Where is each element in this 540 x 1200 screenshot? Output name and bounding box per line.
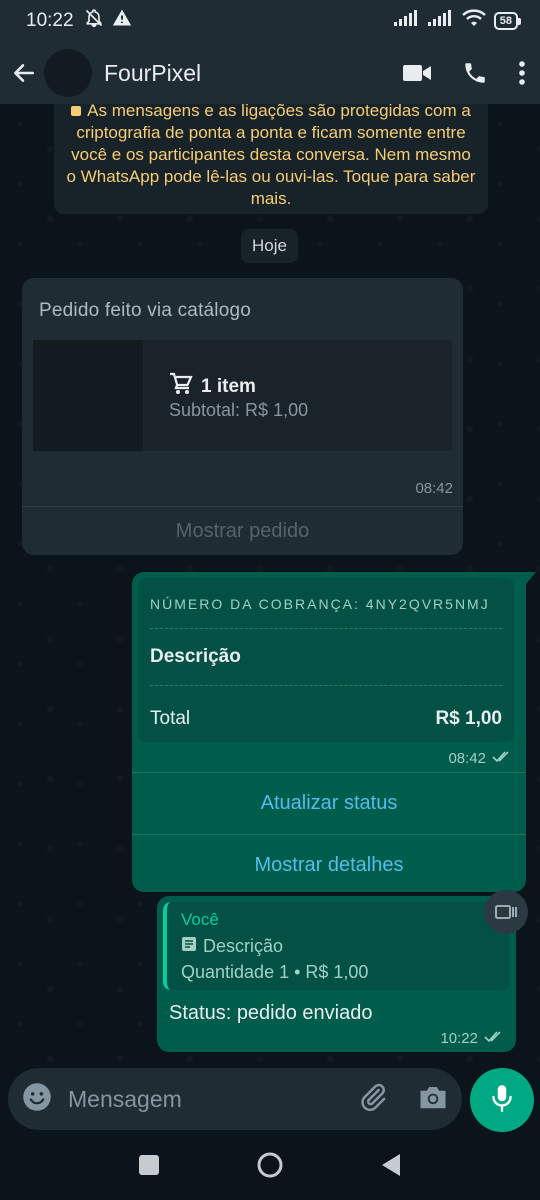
attach-icon[interactable] <box>358 1082 388 1117</box>
message-input[interactable]: Mensagem <box>8 1068 462 1130</box>
cart-icon <box>169 372 193 402</box>
microphone-icon <box>489 1083 515 1118</box>
order-subtotal: Subtotal: R$ 1,00 <box>169 400 309 420</box>
total-label: Total <box>150 708 191 729</box>
back-arrow-icon[interactable] <box>10 59 38 87</box>
wifi-icon <box>461 9 486 33</box>
message-meta: 10:22 <box>440 1030 504 1047</box>
quote-author: Você <box>181 910 219 929</box>
recents-button[interactable] <box>138 1154 160 1181</box>
contact-name[interactable]: FourPixel <box>104 60 201 87</box>
message-time: 08:42 <box>415 480 453 497</box>
quote-quantity: Quantidade 1 • R$ 1,00 <box>181 962 369 982</box>
update-status-button[interactable]: Atualizar status <box>132 773 526 834</box>
chat-header: FourPixel <box>0 42 540 104</box>
encryption-notice[interactable]: As mensagens e as ligações são protegida… <box>54 104 488 214</box>
emoji-icon[interactable] <box>22 1082 52 1117</box>
show-details-button[interactable]: Mostrar detalhes <box>132 835 526 896</box>
status-message[interactable]: Você Descrição Quantidade 1 • R$ 1,00 St… <box>157 896 516 1052</box>
signal-icon <box>393 10 420 32</box>
order-items-count: 1 item <box>201 376 256 397</box>
order-title: Pedido feito via catálogo <box>39 300 252 321</box>
status-bar: 10:22 58 <box>0 0 540 42</box>
signal-icon-2 <box>427 10 454 32</box>
message-placeholder: Mensagem <box>68 1085 182 1112</box>
message-time: 10:22 <box>440 1030 478 1047</box>
more-vert-icon[interactable] <box>518 60 526 86</box>
message-meta: 08:42 <box>448 750 512 767</box>
chat-area[interactable]: As mensagens e as ligações são protegida… <box>0 104 540 1064</box>
message-time: 08:42 <box>448 750 486 767</box>
battery-indicator: 58 <box>493 12 522 30</box>
payment-message[interactable]: NÚMERO DA COBRANÇA: 4NY2QVR5NMJ Descriçã… <box>132 572 536 892</box>
payment-description: Descrição <box>150 646 241 667</box>
divider <box>150 628 502 629</box>
system-nav-bar <box>0 1134 540 1200</box>
divider <box>150 685 502 686</box>
avatar[interactable] <box>44 49 92 97</box>
back-button[interactable] <box>380 1153 402 1182</box>
quote-description-text: Descrição <box>203 936 284 956</box>
forward-icon[interactable] <box>484 890 528 934</box>
payment-card[interactable]: NÚMERO DA COBRANÇA: 4NY2QVR5NMJ Descriçã… <box>138 578 514 742</box>
status-text: Status: pedido enviado <box>169 1002 373 1024</box>
total-value: R$ 1,00 <box>435 708 502 729</box>
charge-number: NÚMERO DA COBRANÇA: 4NY2QVR5NMJ <box>150 596 490 612</box>
status-time: 10:22 <box>26 10 74 31</box>
notifications-off-icon <box>84 8 104 34</box>
phone-icon[interactable] <box>462 60 488 86</box>
composer: Mensagem <box>0 1064 540 1134</box>
camera-icon[interactable] <box>418 1083 448 1116</box>
quote-description: Descrição <box>181 936 283 957</box>
show-order-button[interactable]: Mostrar pedido <box>22 507 463 555</box>
encryption-notice-text: As mensagens e as ligações são protegida… <box>66 104 476 208</box>
double-check-icon <box>484 1030 504 1047</box>
home-button[interactable] <box>256 1151 284 1184</box>
date-chip: Hoje <box>241 229 298 263</box>
order-card[interactable]: 1 item Subtotal: R$ 1,00 <box>33 340 452 451</box>
double-check-icon <box>492 750 512 767</box>
lock-icon <box>71 106 82 116</box>
microphone-button[interactable] <box>470 1068 534 1132</box>
video-call-icon[interactable] <box>402 62 432 84</box>
warning-icon <box>112 8 132 34</box>
document-icon <box>181 936 197 957</box>
order-message[interactable]: Pedido feito via catálogo 1 item Subtota… <box>22 278 463 555</box>
order-items: 1 item <box>169 372 256 402</box>
quoted-message[interactable]: Você Descrição Quantidade 1 • R$ 1,00 <box>163 902 510 990</box>
product-thumbnail <box>33 340 143 451</box>
